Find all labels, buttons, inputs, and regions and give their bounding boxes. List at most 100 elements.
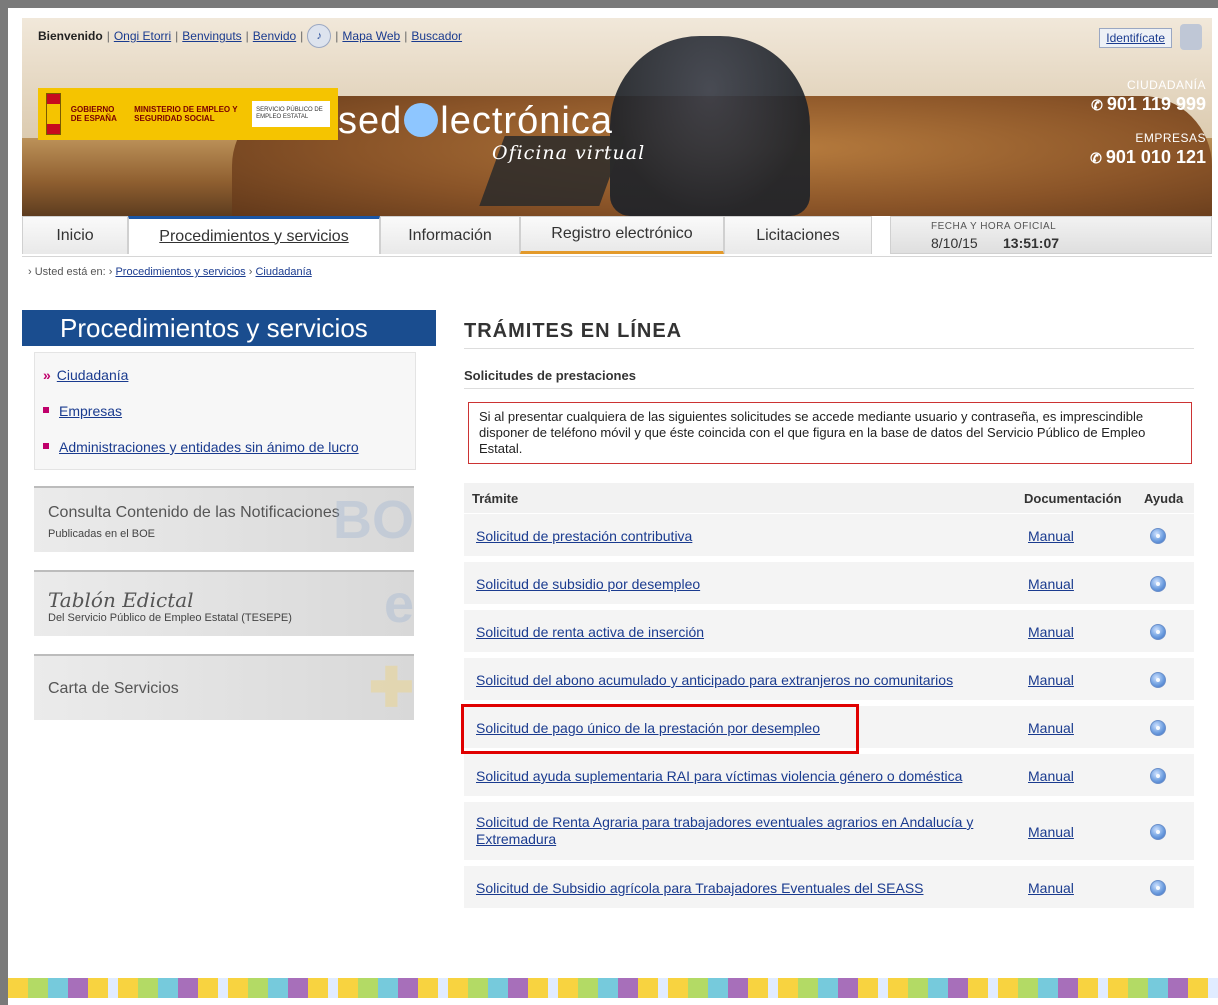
tab-inicio[interactable]: Inicio bbox=[22, 216, 128, 254]
panel-subtitle: Del Servicio Público de Empleo Estatal (… bbox=[48, 612, 292, 624]
panel-carta-servicios[interactable]: Carta de Servicios ✚ bbox=[34, 654, 414, 720]
top-navigation: Bienvenido | Ongi Etorri | Benvinguts | … bbox=[38, 24, 462, 48]
table-row: Solicitud ayuda suplementaria RAI para v… bbox=[464, 754, 1194, 796]
nav-separator: | bbox=[404, 29, 408, 43]
tramite-link[interactable]: Solicitud del abono acumulado y anticipa… bbox=[476, 672, 1006, 689]
government-logo[interactable]: GOBIERNO DE ESPAÑA MINISTERIO DE EMPLEO … bbox=[38, 88, 338, 140]
site-header: Bienvenido | Ongi Etorri | Benvinguts | … bbox=[22, 18, 1212, 218]
notice-box: Si al presentar cualquiera de las siguie… bbox=[468, 402, 1192, 464]
site-title-e-icon bbox=[404, 103, 439, 137]
lock-icon[interactable] bbox=[1180, 24, 1202, 50]
sidebar-item-ciudadania[interactable]: » Ciudadanía bbox=[43, 367, 128, 383]
bullet-icon bbox=[43, 407, 49, 413]
logo-text-gobierno: GOBIERNO DE ESPAÑA bbox=[70, 105, 117, 123]
lang-link-galician[interactable]: Benvido bbox=[253, 29, 296, 43]
panel-notificaciones[interactable]: Consulta Contenido de las Notificaciones… bbox=[34, 486, 414, 552]
manual-link[interactable]: Manual bbox=[1028, 528, 1074, 544]
table-row: Solicitud de Renta Agraria para trabajad… bbox=[464, 802, 1194, 860]
sidebar-title: Procedimientos y servicios bbox=[22, 310, 436, 346]
nav-separator: | bbox=[106, 29, 110, 43]
phone-icon: ✆ bbox=[1091, 97, 1103, 113]
table-row: Solicitud de subsidio por desempleo Manu… bbox=[464, 562, 1194, 604]
help-icon[interactable] bbox=[1150, 528, 1166, 544]
tramite-link[interactable]: Solicitud de Subsidio agrícola para Trab… bbox=[476, 880, 1006, 897]
decorative-footer-stripe bbox=[8, 978, 1218, 998]
site-title-part-2: lectrónica bbox=[440, 100, 613, 142]
header-photo-person bbox=[610, 36, 810, 216]
help-icon[interactable] bbox=[1150, 720, 1166, 736]
breadcrumb-item-ciudadania[interactable]: Ciudadanía bbox=[255, 266, 311, 278]
spain-crest-icon bbox=[46, 93, 61, 135]
sidebar-link-empresas[interactable]: Empresas bbox=[59, 403, 122, 419]
search-link[interactable]: Buscador bbox=[411, 29, 462, 43]
clock-date: 8/10/15 bbox=[931, 235, 978, 251]
tramite-link[interactable]: Solicitud ayuda suplementaria RAI para v… bbox=[476, 768, 1006, 785]
panel-title: Tablón Edictal bbox=[48, 588, 194, 612]
table-header: Trámite Documentación Ayuda bbox=[464, 483, 1194, 513]
breadcrumb-chevron-icon: › bbox=[28, 266, 32, 278]
panel-title: Consulta Contenido de las Notificaciones bbox=[48, 504, 340, 521]
identify-button[interactable]: Identifícate bbox=[1099, 28, 1172, 48]
official-clock: FECHA Y HORA OFICIAL 8/10/15 13:51:07 bbox=[890, 216, 1212, 254]
nav-separator: | bbox=[335, 29, 339, 43]
phone-label-citizens: CIUDADANÍA bbox=[1126, 78, 1206, 92]
page-title: TRÁMITES EN LÍNEA bbox=[464, 320, 683, 342]
logo-text-sepe: SERVICIO PÚBLICO DE EMPLEO ESTATAL bbox=[252, 101, 330, 127]
tramite-link[interactable]: Solicitud de Renta Agraria para trabajad… bbox=[476, 814, 1006, 848]
help-icon[interactable] bbox=[1150, 672, 1166, 688]
manual-link[interactable]: Manual bbox=[1028, 672, 1074, 688]
sidebar-link-ciudadania[interactable]: Ciudadanía bbox=[57, 367, 129, 383]
sidebar-item-administraciones[interactable]: Administraciones y entidades sin ánimo d… bbox=[43, 439, 359, 455]
manual-link[interactable]: Manual bbox=[1028, 880, 1074, 896]
lang-link-basque[interactable]: Ongi Etorri bbox=[114, 29, 171, 43]
column-header-tramite: Trámite bbox=[472, 491, 519, 506]
sidebar-link-administraciones[interactable]: Administraciones y entidades sin ánimo d… bbox=[59, 439, 359, 455]
phone-label-companies: EMPRESAS bbox=[1135, 131, 1206, 145]
help-icon[interactable] bbox=[1150, 824, 1166, 840]
tramite-link[interactable]: Solicitud de subsidio por desempleo bbox=[476, 576, 1006, 593]
clock-time: 13:51:07 bbox=[1003, 235, 1060, 251]
manual-link[interactable]: Manual bbox=[1028, 768, 1074, 784]
manual-link[interactable]: Manual bbox=[1028, 824, 1074, 840]
tab-procedimientos[interactable]: Procedimientos y servicios bbox=[128, 216, 380, 254]
logo-text-ministerio: MINISTERIO DE EMPLEO Y SEGURIDAD SOCIAL bbox=[134, 105, 238, 123]
tab-registro[interactable]: Registro electrónico bbox=[520, 216, 724, 254]
tab-licitaciones[interactable]: Licitaciones bbox=[724, 216, 872, 254]
main-tabs: Inicio Procedimientos y servicios Inform… bbox=[22, 216, 1212, 257]
site-map-link[interactable]: Mapa Web bbox=[342, 29, 400, 43]
help-icon[interactable] bbox=[1150, 768, 1166, 784]
breadcrumb-item-procedimientos[interactable]: Procedimientos y servicios bbox=[115, 266, 245, 278]
tramite-link[interactable]: Solicitud de prestación contributiva bbox=[476, 528, 1006, 545]
puzzle-icon: ✚ bbox=[368, 658, 414, 718]
tab-informacion[interactable]: Información bbox=[380, 216, 520, 254]
column-header-documentacion: Documentación bbox=[1024, 491, 1122, 506]
nav-separator: | bbox=[300, 29, 304, 43]
table-row: Solicitud de renta activa de inserción M… bbox=[464, 610, 1194, 652]
manual-link[interactable]: Manual bbox=[1028, 624, 1074, 640]
help-icon[interactable] bbox=[1150, 624, 1166, 640]
lang-link-catalan[interactable]: Benvinguts bbox=[182, 29, 241, 43]
site-title-part-1: sed bbox=[338, 100, 403, 142]
boe-logo-icon: BO bbox=[333, 490, 414, 550]
manual-link[interactable]: Manual bbox=[1028, 720, 1074, 736]
nav-separator: | bbox=[175, 29, 179, 43]
site-subtitle: Oficina virtual bbox=[492, 142, 646, 164]
bullet-icon bbox=[43, 443, 49, 449]
edictal-logo-icon: e bbox=[383, 574, 414, 634]
browser-frame: Bienvenido | Ongi Etorri | Benvinguts | … bbox=[8, 8, 1218, 1005]
column-header-ayuda: Ayuda bbox=[1144, 491, 1184, 506]
site-title[interactable]: sed lectrónica bbox=[338, 100, 613, 143]
breadcrumb: › Usted está en: › Procedimientos y serv… bbox=[28, 266, 312, 278]
breadcrumb-chevron-icon: › bbox=[248, 266, 253, 278]
tramite-link[interactable]: Solicitud de renta activa de inserción bbox=[476, 624, 1006, 641]
panel-tablon-edictal[interactable]: Tablón Edictal Del Servicio Público de E… bbox=[34, 570, 414, 636]
help-icon[interactable] bbox=[1150, 880, 1166, 896]
sidebar-item-empresas[interactable]: Empresas bbox=[43, 403, 122, 419]
manual-link[interactable]: Manual bbox=[1028, 576, 1074, 592]
table-row: Solicitud de Subsidio agrícola para Trab… bbox=[464, 866, 1194, 908]
table-row: Solicitud del abono acumulado y anticipa… bbox=[464, 658, 1194, 700]
double-chevron-icon: » bbox=[43, 367, 51, 383]
breadcrumb-chevron-icon: › bbox=[108, 266, 113, 278]
help-icon[interactable] bbox=[1150, 576, 1166, 592]
speaker-icon[interactable]: ♪ bbox=[307, 24, 332, 48]
